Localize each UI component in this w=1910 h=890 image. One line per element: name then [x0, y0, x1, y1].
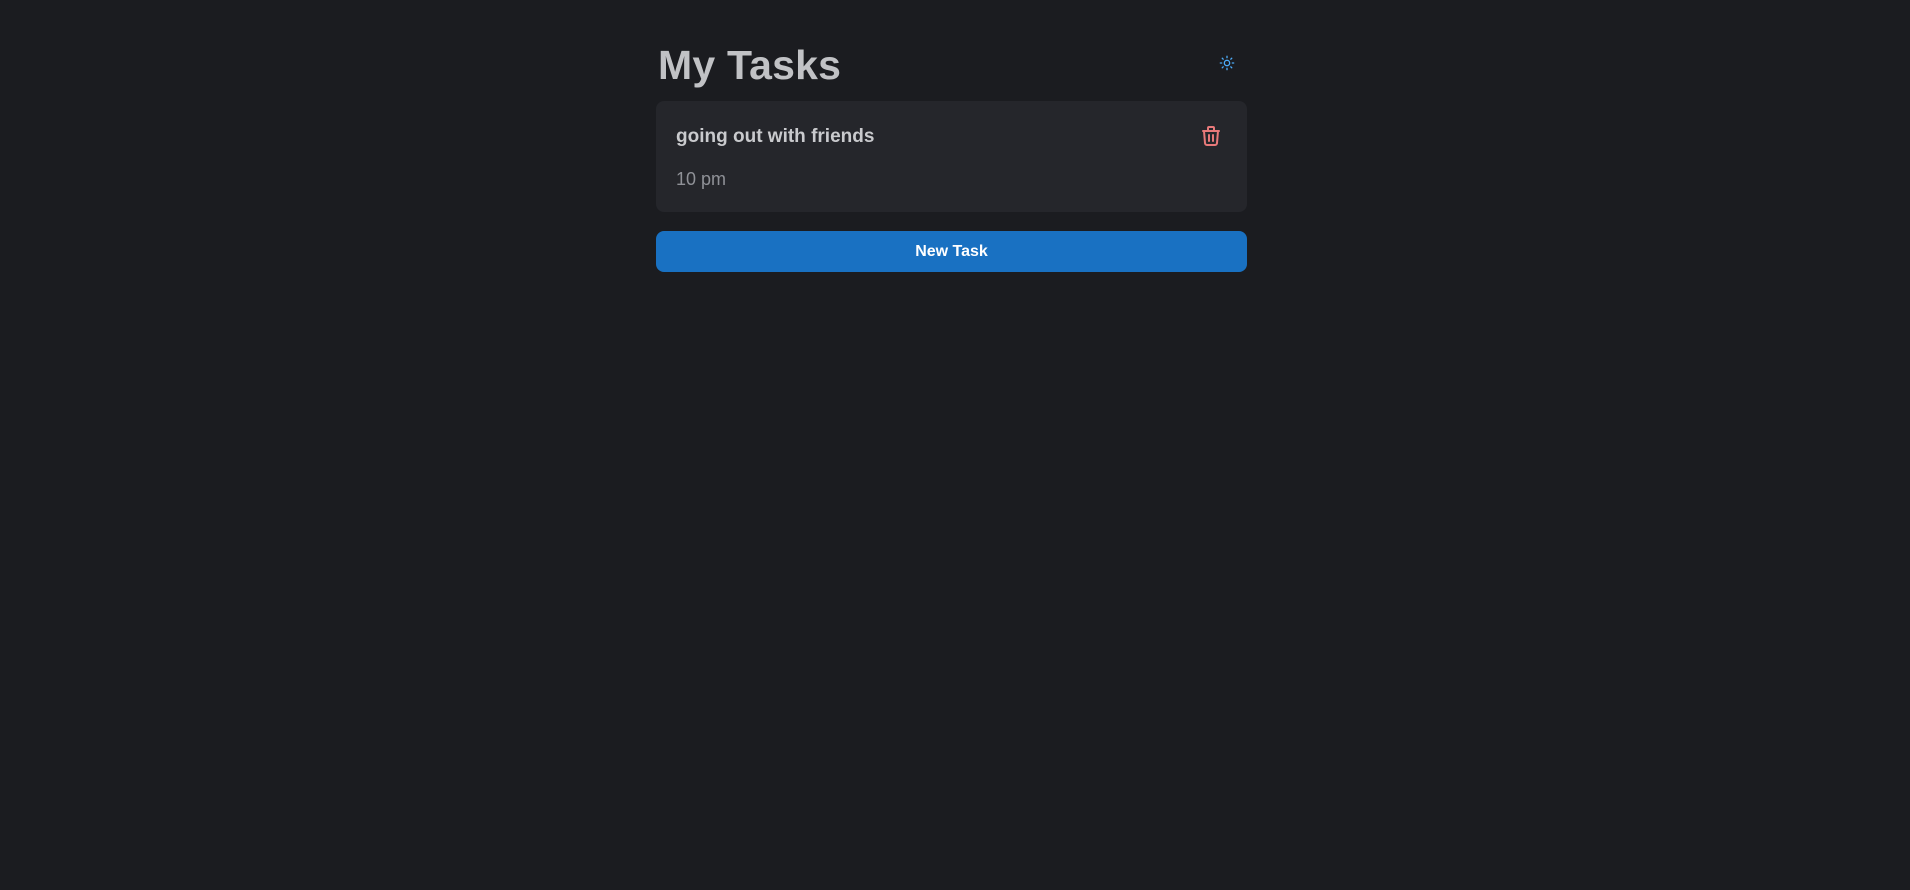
task-app: My Tasks going out with friends 10 pm Ne… [656, 0, 1247, 272]
task-card [656, 101, 1247, 212]
header: My Tasks [656, 0, 1247, 100]
new-task-button[interactable]: New Task [656, 231, 1247, 272]
task-time: 10 pm [676, 169, 727, 189]
trash-icon [1202, 126, 1220, 146]
task-title: going out with friends [676, 126, 875, 147]
page-title: My Tasks [658, 42, 842, 88]
theme-toggle-button[interactable] [1213, 49, 1241, 77]
sun-icon [1219, 55, 1235, 71]
delete-task-button[interactable] [1196, 121, 1226, 151]
